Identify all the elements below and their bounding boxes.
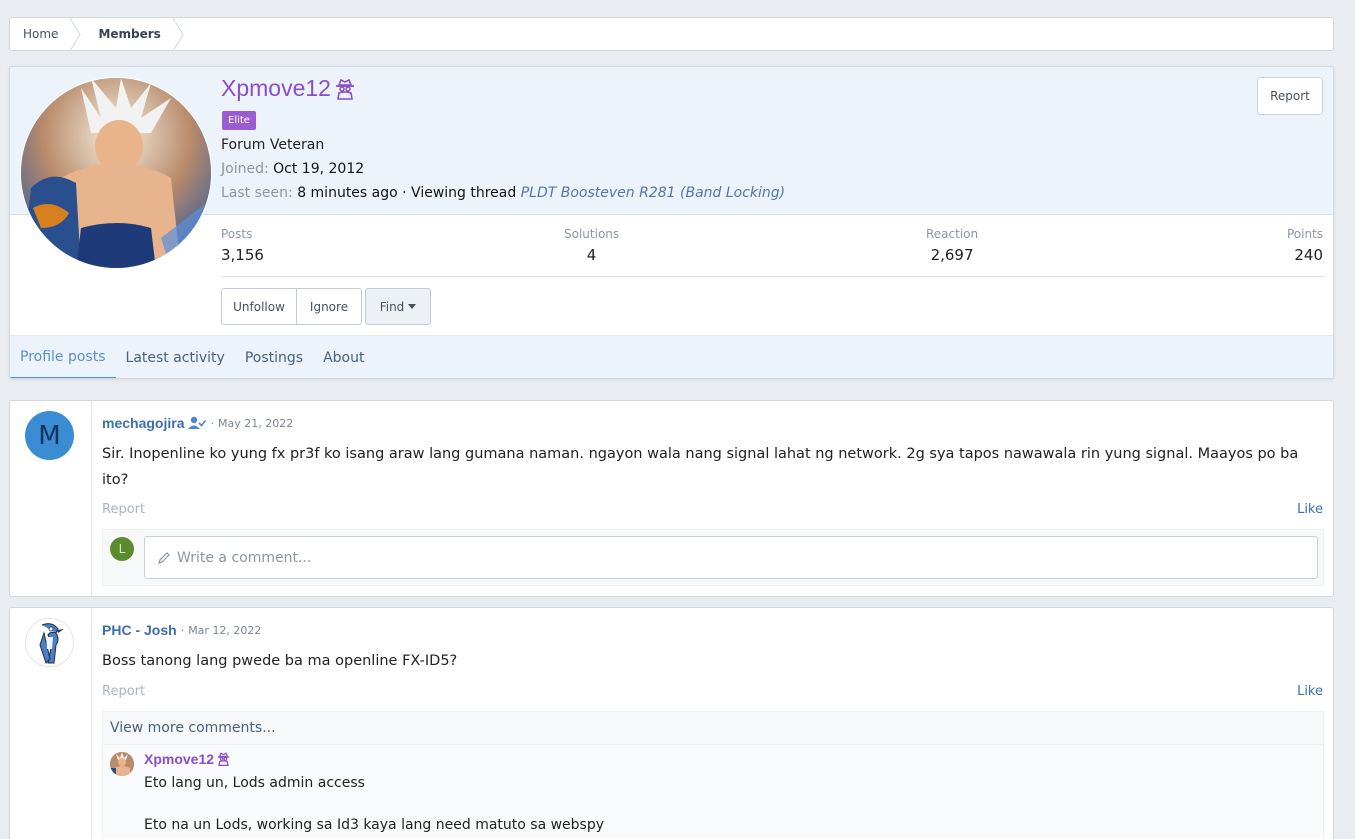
- profile-username: Xpmove12: [221, 75, 355, 102]
- post-header: PHC - Josh · Mar 12, 2022: [102, 622, 261, 638]
- post-body: Sir. Inopenline ko yung fx pr3f ko isang…: [102, 446, 1299, 488]
- stat-label: Reaction: [926, 227, 979, 241]
- post-author-link[interactable]: mechagojira: [102, 415, 184, 431]
- tab-latest-activity[interactable]: Latest activity: [116, 336, 235, 378]
- profile-post: M mechagojira · May 21, 2022 Sir. Inopen…: [9, 400, 1334, 597]
- post-header: mechagojira · May 21, 2022: [102, 415, 293, 431]
- breadcrumb-home-label[interactable]: Home: [23, 27, 58, 41]
- last-seen-thread-link[interactable]: PLDT Boosteven R281 (Band Locking): [521, 185, 785, 201]
- stat-value: 240: [1294, 246, 1323, 264]
- moderator-spy-icon: [217, 752, 230, 766]
- comment-reply: Xpmove12 Eto lang un, Lods admin access …: [102, 745, 1324, 839]
- post-like-link[interactable]: Like: [1297, 502, 1323, 517]
- avatar[interactable]: M: [25, 411, 74, 460]
- moderator-spy-icon: [335, 78, 354, 100]
- stat-reaction[interactable]: Reaction 2,697: [926, 227, 978, 264]
- report-button[interactable]: Report: [1257, 77, 1323, 115]
- pencil-icon: [158, 551, 170, 564]
- post-date-separator: ·: [210, 416, 214, 430]
- stat-solutions[interactable]: Solutions 4: [564, 227, 619, 264]
- breadcrumb-members-label[interactable]: Members: [98, 27, 160, 41]
- breadcrumb-home[interactable]: Home: [10, 18, 82, 51]
- joined-value: Oct 19, 2012: [273, 161, 365, 177]
- post-date[interactable]: May 21, 2022: [218, 417, 293, 430]
- stat-points[interactable]: Points 240: [1287, 227, 1323, 264]
- comment-box: L Write a comment...: [102, 529, 1324, 586]
- avatar[interactable]: [110, 752, 134, 776]
- avatar[interactable]: L: [110, 537, 134, 561]
- post-body: Boss tanong lang pwede ba ma openline FX…: [102, 653, 458, 669]
- stat-posts[interactable]: Posts 3,156: [221, 227, 264, 264]
- stat-value: 4: [586, 246, 597, 264]
- comment-input[interactable]: Write a comment...: [144, 536, 1318, 579]
- profile-tabs: Profile posts Latest activity Postings A…: [10, 335, 1333, 378]
- breadcrumb: Home Members: [9, 17, 1334, 51]
- tab-about[interactable]: About: [313, 336, 374, 378]
- breadcrumb-separator-icon: [172, 18, 184, 51]
- avatar-image: [26, 619, 73, 666]
- find-button[interactable]: Find: [365, 288, 431, 325]
- post-like-link[interactable]: Like: [1297, 684, 1323, 699]
- post-author-link[interactable]: PHC - Josh: [102, 622, 177, 638]
- profile-avatar[interactable]: [20, 77, 212, 269]
- post-report-link[interactable]: Report: [102, 684, 145, 699]
- stats-divider: [221, 276, 1324, 277]
- profile-username-text: Xpmove12: [221, 75, 331, 101]
- stat-label: Posts: [221, 227, 253, 241]
- avatar-image: [110, 752, 134, 776]
- avatar-image: [21, 78, 211, 268]
- ignore-button[interactable]: Ignore: [297, 288, 362, 325]
- comment-placeholder: Write a comment...: [177, 549, 312, 566]
- post-date[interactable]: Mar 12, 2022: [188, 624, 261, 637]
- user-title: Forum Veteran: [221, 137, 325, 153]
- profile-actions: Unfollow Ignore Find: [221, 288, 431, 325]
- last-seen-info: Last seen: 8 minutes ago · Viewing threa…: [221, 185, 785, 201]
- joined-info: Joined: Oct 19, 2012: [221, 161, 364, 177]
- view-more-comments-link[interactable]: View more comments...: [102, 711, 1324, 745]
- find-button-label: Find: [379, 299, 405, 314]
- user-check-icon: [188, 416, 207, 429]
- reply-author-link[interactable]: Xpmove12: [144, 751, 214, 767]
- avatar[interactable]: [25, 618, 74, 667]
- profile-post: PHC - Josh · Mar 12, 2022 Boss tanong la…: [9, 607, 1334, 839]
- profile-header: Xpmove12 Elite Forum Veteran Joined: Oct…: [9, 66, 1334, 379]
- post-avatar-gutter: [10, 608, 92, 839]
- joined-label: Joined:: [221, 161, 269, 177]
- post-date-separator: ·: [180, 623, 185, 637]
- stat-label: Points: [1286, 227, 1323, 241]
- breadcrumb-members[interactable]: Members: [80, 18, 184, 51]
- last-seen-label: Last seen:: [221, 185, 293, 201]
- post-avatar-gutter: M: [10, 401, 92, 596]
- unfollow-button[interactable]: Unfollow: [221, 288, 297, 325]
- tab-postings[interactable]: Postings: [235, 336, 313, 378]
- tab-profile-posts[interactable]: Profile posts: [10, 336, 116, 378]
- last-seen-value: 8 minutes ago · Viewing thread: [297, 185, 517, 201]
- caret-down-icon: [408, 304, 417, 309]
- reply-text: Eto lang un, Lods admin access: [144, 775, 365, 791]
- reply-text: Eto na un Lods, working sa Id3 kaya lang…: [144, 817, 605, 833]
- stat-value: 3,156: [221, 246, 264, 264]
- stat-label: Solutions: [564, 227, 620, 241]
- post-report-link[interactable]: Report: [102, 502, 145, 517]
- reply-author: Xpmove12: [144, 751, 230, 767]
- stat-value: 2,697: [930, 246, 974, 264]
- user-badge-elite: Elite: [222, 111, 256, 130]
